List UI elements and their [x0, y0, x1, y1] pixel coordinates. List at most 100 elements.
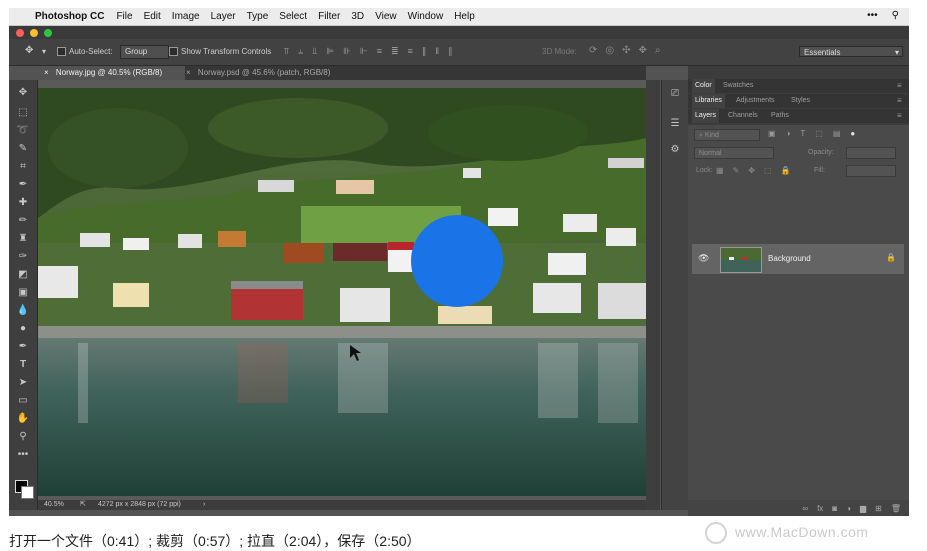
gradient-tool-icon[interactable]: ▣ [9, 287, 37, 298]
3d-rotate-icon[interactable]: ⟳ [589, 45, 597, 56]
history-panel-icon[interactable]: ⎚ [662, 88, 688, 99]
3d-scale-icon[interactable]: ⌕ [655, 45, 661, 56]
panel-menu-icon[interactable]: ≡ [897, 97, 905, 105]
blur-tool-icon[interactable]: 💧 [9, 305, 37, 316]
align-bottom-icon[interactable]: ⫫ [312, 46, 317, 57]
tab-layers[interactable]: Layers [692, 109, 720, 123]
menu-layer[interactable]: Layer [211, 11, 236, 22]
background-color-swatch[interactable] [21, 486, 34, 499]
new-group-icon[interactable]: ▆ [860, 504, 866, 513]
lock-artboard-icon[interactable]: ⬚ [764, 166, 772, 175]
show-transform-checkbox[interactable]: Show Transform Controls [169, 47, 271, 57]
fill-field[interactable] [846, 165, 896, 177]
move-tool-icon[interactable]: ✥ [9, 87, 37, 98]
layer-row-background[interactable]: 👁 Background 🔒 [692, 244, 904, 274]
menu-file[interactable]: File [116, 11, 132, 22]
more-icon[interactable]: ••• [867, 10, 878, 21]
tab-swatches[interactable]: Swatches [723, 79, 753, 93]
app-name[interactable]: Photoshop CC [35, 11, 104, 22]
tab-norway-jpg[interactable]: × Norway.jpg @ 40.5% (RGB/8) [39, 66, 185, 80]
dodge-tool-icon[interactable]: ● [9, 323, 37, 334]
menu-select[interactable]: Select [279, 11, 307, 22]
hand-tool-icon[interactable]: ✋ [9, 413, 37, 424]
menu-window[interactable]: Window [408, 11, 444, 22]
quick-select-tool-icon[interactable]: ✎ [9, 143, 37, 154]
panel-menu-icon[interactable]: ≡ [897, 112, 905, 120]
layer-filter-dropdown[interactable]: ⌕ Kind [694, 129, 760, 141]
align-top-icon[interactable]: ⫪ [284, 46, 289, 57]
filter-smart-object-icon[interactable]: ▤ [833, 129, 841, 138]
tab-color[interactable]: Color [692, 79, 715, 93]
filter-shape-icon[interactable]: ⬚ [815, 129, 823, 138]
filter-pixel-icon[interactable]: ▣ [768, 129, 776, 138]
link-layers-icon[interactable]: ∞ [802, 504, 808, 513]
tab-adjustments[interactable]: Adjustments [736, 94, 775, 108]
distribute-right-icon[interactable]: ∥ [448, 46, 453, 57]
menu-type[interactable]: Type [247, 11, 269, 22]
tool-preset-chevron-icon[interactable]: ▾ [42, 47, 46, 56]
close-window-button[interactable] [16, 29, 24, 37]
healing-brush-tool-icon[interactable]: ✚ [9, 197, 37, 208]
menu-view[interactable]: View [375, 11, 397, 22]
auto-select-dropdown[interactable]: Group [120, 45, 169, 59]
align-left-icon[interactable]: ⊫ [326, 46, 334, 57]
menu-edit[interactable]: Edit [144, 11, 161, 22]
menu-filter[interactable]: Filter [318, 11, 340, 22]
add-mask-icon[interactable]: ◙ [832, 504, 837, 513]
align-right-icon[interactable]: ⊩ [360, 46, 368, 57]
minimize-window-button[interactable] [30, 29, 38, 37]
zoom-window-button[interactable] [44, 29, 52, 37]
distribute-left-icon[interactable]: ∥ [422, 46, 427, 57]
menu-help[interactable]: Help [454, 11, 475, 22]
distribute-hcenter-icon[interactable]: ‖ [435, 46, 439, 57]
filter-type-icon[interactable]: T [800, 129, 805, 138]
clone-stamp-tool-icon[interactable]: ♜ [9, 233, 37, 244]
eraser-tool-icon[interactable]: ◩ [9, 269, 37, 280]
type-tool-icon[interactable]: T [9, 359, 37, 370]
delete-layer-icon[interactable]: 🗑 [891, 504, 901, 513]
filter-toggle-icon[interactable]: ● [850, 129, 855, 138]
history-brush-tool-icon[interactable]: ✑ [9, 251, 37, 262]
lock-position-icon[interactable]: ✥ [748, 166, 755, 175]
lock-all-icon[interactable]: 🔒 [781, 166, 791, 175]
vertical-scrollbar[interactable] [646, 80, 660, 510]
opacity-field[interactable] [846, 147, 896, 159]
tab-paths[interactable]: Paths [771, 109, 789, 123]
tab-close-icon[interactable]: × [44, 68, 49, 77]
lock-image-icon[interactable]: ✎ [733, 166, 740, 175]
blend-mode-dropdown[interactable]: Normal [694, 147, 774, 159]
menu-image[interactable]: Image [172, 11, 200, 22]
status-menu-chevron-icon[interactable]: › [203, 500, 205, 510]
tab-libraries[interactable]: Libraries [692, 94, 725, 108]
3d-roll-icon[interactable]: ◎ [605, 45, 614, 56]
more-tools-icon[interactable]: ••• [9, 449, 37, 460]
lasso-tool-icon[interactable]: ➰ [9, 125, 37, 136]
search-icon[interactable]: ⚲ [892, 10, 899, 21]
distribute-bottom-icon[interactable]: ≡ [408, 46, 413, 57]
properties-panel-icon[interactable]: ☰ [662, 118, 688, 129]
distribute-top-icon[interactable]: ≡ [377, 46, 382, 57]
filter-adjustment-icon[interactable]: ◑ [786, 129, 791, 138]
align-hcenter-icon[interactable]: ⊪ [343, 46, 351, 57]
3d-slide-icon[interactable]: ✥ [639, 45, 647, 56]
pen-tool-icon[interactable]: ✒ [9, 341, 37, 352]
marquee-tool-icon[interactable]: ⬚ [9, 107, 37, 118]
align-vcenter-icon[interactable]: ⫨ [298, 46, 303, 57]
export-icon[interactable]: ⇱ [80, 500, 86, 510]
tab-norway-psd[interactable]: × Norway.psd @ 45.6% (patch, RGB/8) [181, 66, 361, 80]
panel-menu-icon[interactable]: ≡ [897, 82, 905, 90]
tab-styles[interactable]: Styles [791, 94, 810, 108]
canvas-area[interactable] [38, 80, 646, 500]
zoom-level[interactable]: 40.5% [44, 500, 64, 510]
eyedropper-tool-icon[interactable]: ✒ [9, 179, 37, 190]
rectangle-tool-icon[interactable]: ▭ [9, 395, 37, 406]
adjustments-panel-icon[interactable]: ⚙ [662, 144, 688, 155]
path-select-tool-icon[interactable]: ➤ [9, 377, 37, 388]
eye-icon[interactable]: 👁 [698, 253, 709, 264]
tab-close-icon[interactable]: × [186, 68, 191, 77]
crop-tool-icon[interactable]: ⌗ [9, 161, 37, 172]
menu-3d[interactable]: 3D [351, 11, 364, 22]
auto-select-checkbox[interactable]: Auto-Select: [57, 47, 113, 57]
3d-drag-icon[interactable]: ✣ [622, 45, 630, 56]
lock-transparent-icon[interactable]: ▦ [716, 166, 724, 175]
